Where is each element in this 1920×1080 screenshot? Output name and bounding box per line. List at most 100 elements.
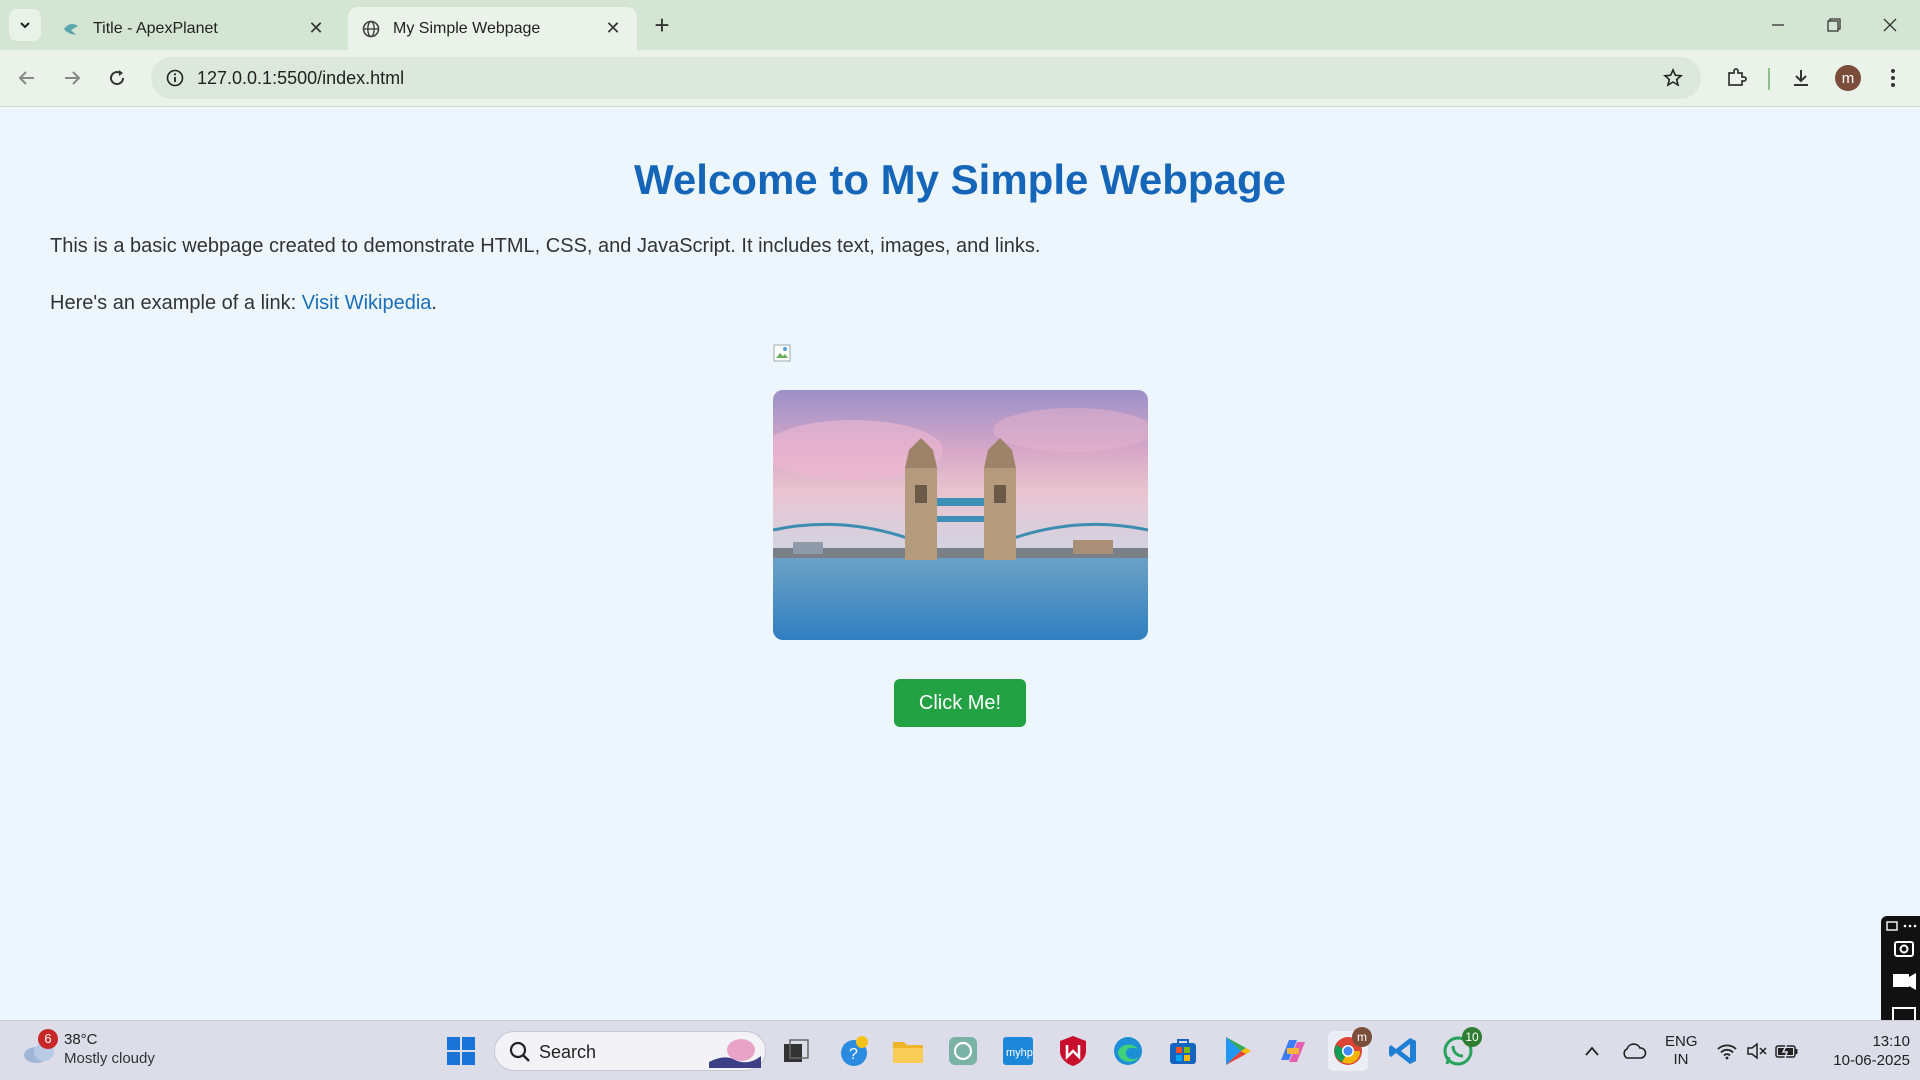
taskbar-search[interactable]: Search — [494, 1031, 766, 1071]
extensions-button[interactable] — [1721, 63, 1751, 93]
myhp-button[interactable]: myhp — [998, 1031, 1038, 1071]
new-tab-button[interactable]: + — [648, 10, 676, 40]
folder-icon — [893, 1042, 923, 1063]
search-label: Search — [539, 1042, 597, 1062]
mcafee-shield-icon — [1060, 1036, 1086, 1066]
taskbar: 6 38°C Mostly cloudy Search ? myhp m 10 … — [0, 1020, 1920, 1080]
mcafee-button[interactable] — [1053, 1031, 1093, 1071]
microsoft-store-button[interactable] — [1163, 1031, 1203, 1071]
chatgpt-button[interactable] — [943, 1031, 983, 1071]
broken-image-icon — [773, 344, 793, 364]
language-indicator[interactable]: ENG IN — [1665, 1033, 1698, 1069]
clock-date: 10-06-2025 — [1833, 1052, 1910, 1069]
globe-icon — [362, 20, 380, 38]
region-code: IN — [1673, 1051, 1689, 1068]
volume-muted-icon — [1747, 1042, 1767, 1060]
arrow-right-icon — [65, 71, 81, 85]
weather-temperature: 38°C — [64, 1031, 98, 1048]
chevron-up-icon — [1585, 1046, 1599, 1056]
help-app-button[interactable]: ? — [834, 1031, 874, 1071]
avatar: m — [1835, 65, 1861, 91]
tab-title: Title - ApexPlanet — [93, 19, 218, 37]
show-hidden-icons-button[interactable] — [1572, 1031, 1612, 1071]
minimize-button[interactable] — [1750, 0, 1806, 50]
weather-condition: Mostly cloudy — [64, 1050, 155, 1067]
close-window-button[interactable] — [1862, 0, 1918, 50]
page-heading: Welcome to My Simple Webpage — [634, 156, 1286, 203]
link-suffix: . — [431, 292, 437, 314]
chatgpt-icon — [949, 1037, 977, 1065]
puzzle-icon — [1728, 68, 1747, 86]
search-highlight-icon — [709, 1039, 761, 1068]
whatsapp-button[interactable]: 10 — [1438, 1027, 1482, 1071]
tab-search-button[interactable] — [9, 9, 41, 41]
screen-capture-widget[interactable] — [1881, 916, 1920, 1028]
intro-paragraph: This is a basic webpage created to demon… — [50, 235, 1041, 257]
store-icon — [1170, 1039, 1196, 1064]
tab-strip: Title - ApexPlanet ✕ My Simple Webpage ✕… — [0, 0, 1920, 50]
battery-charging-icon — [1775, 1043, 1798, 1059]
weather-alert-badge: 6 — [38, 1029, 58, 1049]
reload-icon — [110, 70, 125, 86]
copilot-icon — [1281, 1040, 1305, 1062]
wifi-icon — [1717, 1044, 1737, 1060]
bookmark-star-icon[interactable] — [1661, 66, 1685, 90]
play-store-icon — [1226, 1037, 1251, 1065]
chevron-down-icon — [20, 22, 30, 29]
downloads-button[interactable] — [1786, 63, 1816, 93]
web-page: Welcome to My Simple Webpage This is a b… — [0, 108, 1920, 1028]
task-view-button[interactable] — [776, 1031, 816, 1071]
onedrive-button[interactable] — [1614, 1031, 1654, 1071]
tab-title: My Simple Webpage — [393, 19, 541, 37]
windows-icon — [447, 1037, 475, 1065]
svg-text:myhp: myhp — [1006, 1047, 1033, 1059]
browser-menu-button[interactable] — [1878, 63, 1908, 93]
whatsapp-unread-badge: 10 — [1462, 1027, 1482, 1047]
tower-bridge-image — [773, 390, 1148, 640]
chrome-button[interactable]: m — [1328, 1027, 1372, 1071]
toolbar-divider — [1768, 68, 1770, 90]
vscode-icon — [1389, 1038, 1416, 1064]
google-play-button[interactable] — [1218, 1031, 1258, 1071]
vscode-button[interactable] — [1383, 1031, 1423, 1071]
search-icon — [509, 1041, 530, 1062]
battery-status[interactable] — [1770, 1031, 1804, 1071]
close-tab-icon[interactable]: ✕ — [601, 17, 625, 41]
clock[interactable]: 13:10 10-06-2025 — [1810, 1032, 1910, 1070]
language-code: ENG — [1665, 1033, 1698, 1050]
weather-widget[interactable]: 6 38°C Mostly cloudy — [20, 1029, 190, 1073]
start-button[interactable] — [441, 1031, 481, 1071]
tab-my-simple-webpage[interactable]: My Simple Webpage ✕ — [348, 7, 637, 50]
svg-text:?: ? — [849, 1046, 858, 1063]
copilot-button[interactable] — [1273, 1031, 1313, 1071]
onedrive-cloud-icon — [1623, 1043, 1647, 1059]
task-view-icon — [784, 1039, 809, 1062]
address-bar[interactable]: 127.0.0.1:5500/index.html — [151, 57, 1701, 99]
file-explorer-button[interactable] — [888, 1031, 928, 1071]
back-button[interactable] — [11, 62, 43, 94]
help-icon: ? — [841, 1036, 868, 1066]
browser-toolbar: 127.0.0.1:5500/index.html m — [0, 50, 1920, 107]
wifi-status[interactable] — [1710, 1031, 1744, 1071]
volume-status[interactable] — [1740, 1031, 1774, 1071]
forward-button[interactable] — [56, 62, 88, 94]
download-icon — [1794, 70, 1808, 86]
click-me-button[interactable]: Click Me! — [894, 679, 1026, 727]
arrow-left-icon — [18, 71, 34, 85]
profile-button[interactable]: m — [1833, 63, 1863, 93]
link-prefix: Here's an example of a link: — [50, 292, 302, 314]
tab-apexplanet[interactable]: Title - ApexPlanet ✕ — [48, 7, 340, 50]
url-text: 127.0.0.1:5500/index.html — [197, 68, 405, 88]
site-info-icon[interactable] — [163, 66, 187, 90]
edge-button[interactable] — [1108, 1031, 1148, 1071]
restore-button[interactable] — [1806, 0, 1862, 50]
link-paragraph: Here's an example of a link: Visit Wikip… — [50, 292, 437, 315]
close-tab-icon[interactable]: ✕ — [304, 17, 328, 41]
kebab-menu-icon — [1891, 69, 1895, 87]
clock-time: 13:10 — [1872, 1033, 1910, 1050]
wikipedia-link[interactable]: Visit Wikipedia — [302, 292, 432, 314]
edge-icon — [1114, 1037, 1142, 1065]
apexplanet-favicon-icon — [62, 20, 80, 38]
reload-button[interactable] — [101, 62, 133, 94]
myhp-icon: myhp — [1003, 1037, 1033, 1065]
